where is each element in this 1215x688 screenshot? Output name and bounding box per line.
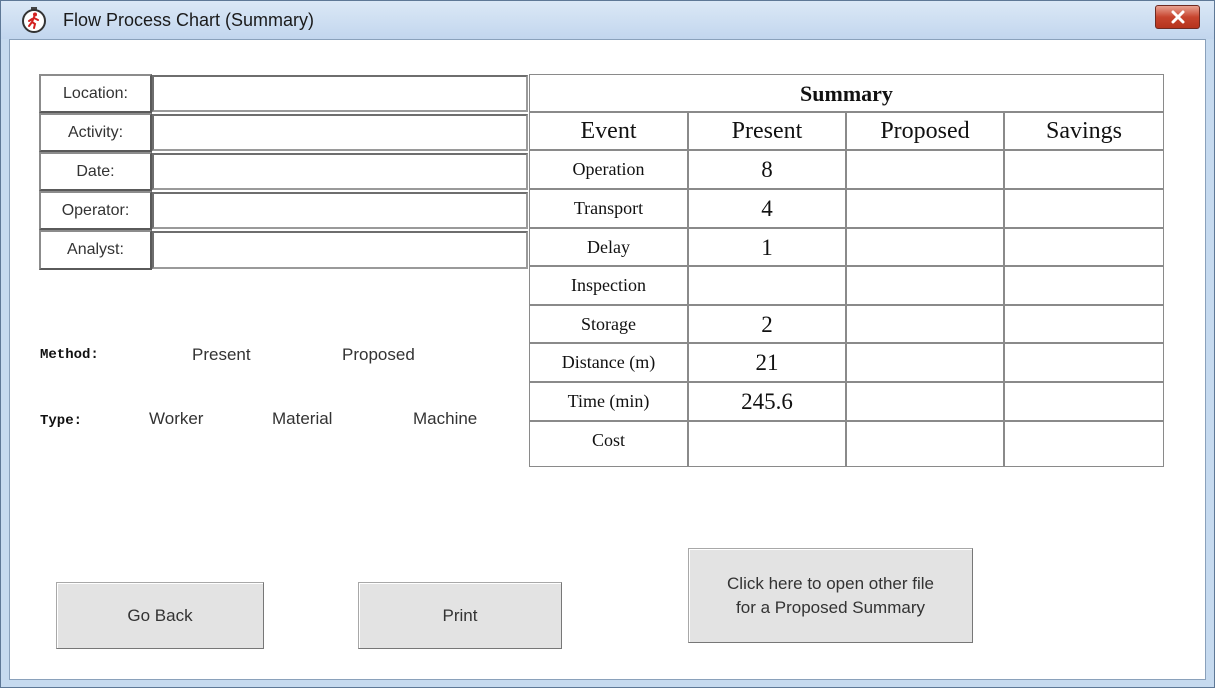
proposed-delay [847,229,1005,267]
summary-table: Summary Event Present Proposed Savings O… [529,74,1164,467]
type-option-material[interactable]: Material [272,409,332,429]
proposed-storage [847,306,1005,344]
stopwatch-runner-icon [22,7,46,33]
activity-label: Activity: [39,113,152,152]
present-delay: 1 [689,229,847,267]
present-distance: 21 [689,344,847,383]
event-time: Time (min) [530,383,689,422]
open-other-file-label-line1: Click here to open other file [727,573,934,593]
proposed-operation [847,151,1005,190]
event-distance: Distance (m) [530,344,689,383]
present-transport: 4 [689,190,847,229]
analyst-field[interactable] [152,231,528,269]
analyst-label: Analyst: [39,230,152,270]
operator-field[interactable] [152,192,528,229]
event-operation: Operation [530,151,689,190]
location-label: Location: [39,74,152,113]
activity-field[interactable] [152,114,528,151]
event-storage: Storage [530,306,689,344]
method-option-proposed[interactable]: Proposed [342,345,415,365]
window-title: Flow Process Chart (Summary) [63,10,315,30]
method-label: Method: [40,347,99,363]
event-cost: Cost [530,422,689,466]
proposed-time [847,383,1005,422]
savings-storage [1005,306,1163,344]
open-other-file-button[interactable]: Click here to open other file for a Prop… [688,548,973,643]
close-x-icon [1171,10,1184,24]
header-present: Present [689,113,847,151]
header-savings: Savings [1005,113,1163,151]
present-operation: 8 [689,151,847,190]
type-label: Type: [40,413,83,429]
present-inspection [689,267,847,306]
savings-time [1005,383,1163,422]
present-storage: 2 [689,306,847,344]
location-field[interactable] [152,75,528,112]
summary-title: Summary [530,75,1163,113]
event-inspection: Inspection [530,267,689,306]
proposed-transport [847,190,1005,229]
print-button[interactable]: Print [358,582,562,649]
savings-delay [1005,229,1163,267]
event-delay: Delay [530,229,689,267]
title-bar[interactable]: Flow Process Chart (Summary) [1,1,1214,39]
savings-transport [1005,190,1163,229]
application-window: Flow Process Chart (Summary) Location: A… [0,0,1215,688]
proposed-cost [847,422,1005,466]
present-time: 245.6 [689,383,847,422]
operator-label: Operator: [39,191,152,230]
savings-cost [1005,422,1163,466]
present-cost [689,422,847,466]
close-button[interactable] [1155,5,1200,29]
savings-operation [1005,151,1163,190]
type-option-worker[interactable]: Worker [149,409,203,429]
savings-inspection [1005,267,1163,306]
type-option-machine[interactable]: Machine [413,409,477,429]
event-transport: Transport [530,190,689,229]
method-option-present[interactable]: Present [192,345,251,365]
open-other-file-label-line2: for a Proposed Summary [736,597,925,617]
header-proposed: Proposed [847,113,1005,151]
go-back-button[interactable]: Go Back [56,582,264,649]
date-label: Date: [39,152,152,191]
header-event: Event [530,113,689,151]
proposed-inspection [847,267,1005,306]
proposed-distance [847,344,1005,383]
savings-distance [1005,344,1163,383]
date-field[interactable] [152,153,528,190]
client-area: Location: Activity: Date: Operator: Anal… [9,39,1206,680]
